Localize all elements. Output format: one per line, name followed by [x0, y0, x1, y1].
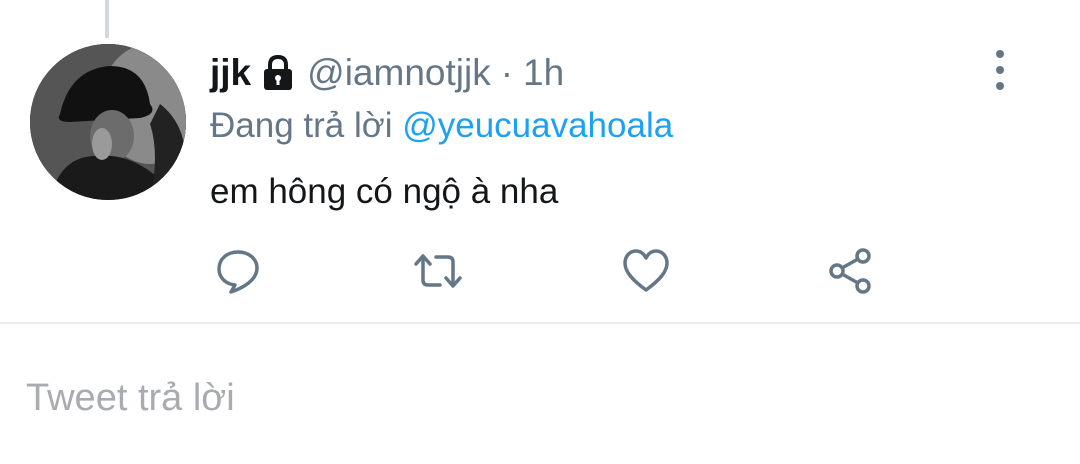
replying-to-line: Đang trả lời @yeucuavahoala	[210, 106, 1040, 150]
reply-compose-input[interactable]	[26, 374, 926, 422]
tweet-text: em hông có ngộ à nha	[210, 172, 559, 211]
reply-button[interactable]	[210, 248, 266, 298]
thread-connector-line	[105, 0, 109, 38]
header-separator: ·	[500, 52, 514, 93]
speech-bubble-icon	[213, 246, 263, 301]
user-handle[interactable]: @iamnotjjk	[307, 52, 491, 94]
lock-icon	[261, 54, 295, 92]
tweet-header: jjk @iamnotjjk · 1h	[210, 50, 1040, 96]
avatar[interactable]	[30, 44, 186, 200]
replying-to-prefix: Đang trả lời	[210, 106, 393, 145]
share-icon	[825, 246, 875, 301]
retweet-icon	[410, 246, 466, 301]
replying-to-mention-link[interactable]: @yeucuavahoala	[402, 106, 673, 145]
share-button[interactable]	[822, 246, 878, 301]
tweet-timestamp: 1h	[523, 52, 565, 93]
divider	[0, 322, 1080, 324]
tweet-action-bar	[210, 246, 910, 301]
vertical-ellipsis-icon[interactable]	[984, 50, 1016, 90]
retweet-button[interactable]	[410, 248, 466, 298]
display-name[interactable]: jjk	[210, 52, 251, 94]
tweet-reply-screen: jjk @iamnotjjk · 1h Đang trả lời @yeucua…	[0, 0, 1080, 464]
heart-icon	[621, 246, 671, 301]
like-button[interactable]	[618, 248, 674, 298]
tweet-content: jjk @iamnotjjk · 1h Đang trả lời @yeucua…	[210, 50, 1040, 216]
